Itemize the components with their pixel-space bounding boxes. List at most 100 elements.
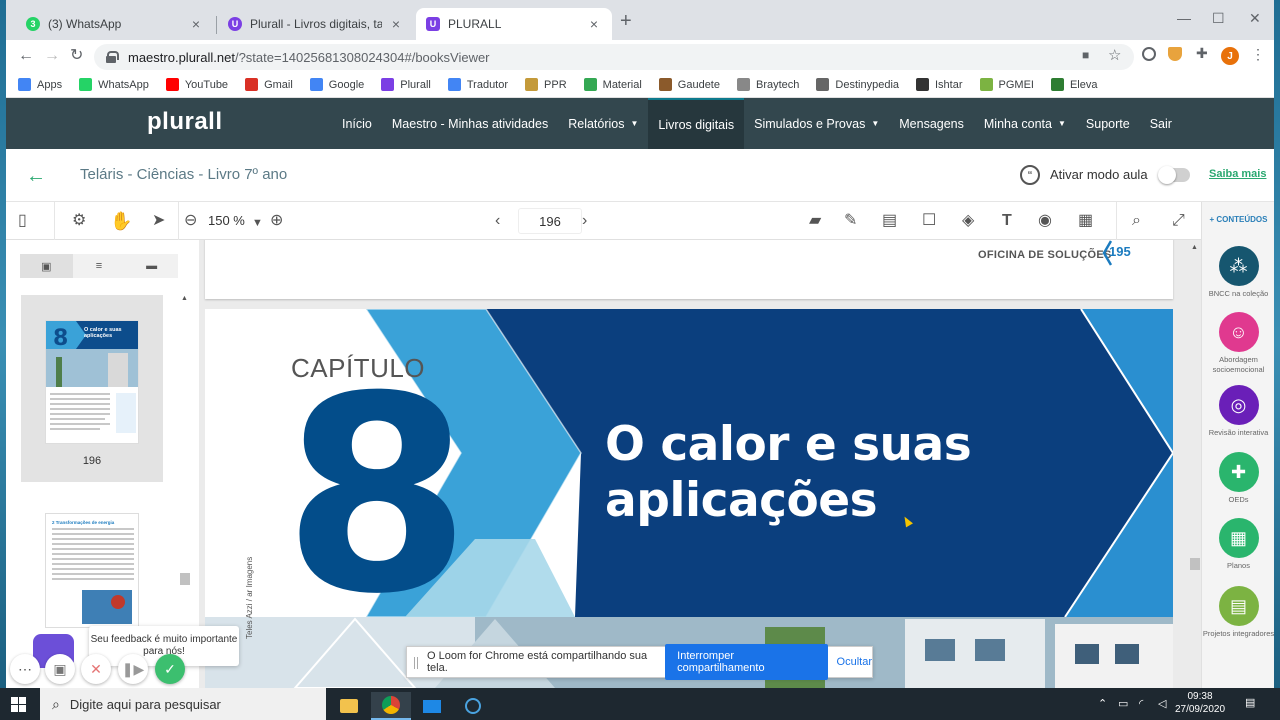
- shape-tool-icon[interactable]: ☐: [922, 212, 936, 230]
- volume-icon[interactable]: ◁: [1158, 697, 1166, 710]
- bookmark-apps[interactable]: Apps: [18, 78, 62, 91]
- cortana-app-icon[interactable]: [453, 692, 493, 720]
- select-pointer-icon[interactable]: ➤: [152, 212, 165, 230]
- bookmark-gaudete[interactable]: Gaudete: [658, 78, 720, 91]
- bookmark-google[interactable]: Google: [309, 78, 364, 91]
- notes-icon[interactable]: ▦: [1078, 212, 1093, 230]
- zoom-out-icon[interactable]: ⊖: [184, 212, 197, 230]
- back-arrow-icon[interactable]: ←: [26, 165, 46, 188]
- close-window-button[interactable]: ✕: [1249, 10, 1261, 27]
- search-icon[interactable]: ⌕: [1132, 212, 1141, 230]
- annotations-tab-icon[interactable]: ▬: [125, 254, 178, 278]
- chrome-taskbar-icon[interactable]: [371, 692, 411, 720]
- taskbar-search[interactable]: ⌕ Digite aqui para pesquisar: [40, 688, 326, 720]
- cancel-recording-icon[interactable]: ✕: [81, 654, 111, 684]
- camera-toggle-icon[interactable]: ▣: [45, 654, 75, 684]
- address-bar[interactable]: maestro.plurall.net/?state=1402568130802…: [94, 44, 1134, 70]
- brave-icon[interactable]: [1168, 47, 1182, 61]
- nav-item-simulados-e-provas[interactable]: Simulados e Provas ▼: [744, 98, 889, 149]
- new-tab-button[interactable]: +: [620, 11, 632, 31]
- camera-icon[interactable]: ■: [1082, 48, 1098, 64]
- plurall-logo[interactable]: plurall: [147, 108, 223, 136]
- file-explorer-icon[interactable]: [329, 692, 369, 720]
- notifications-icon[interactable]: ▤: [1245, 696, 1255, 709]
- battery-icon[interactable]: ▭: [1118, 697, 1128, 710]
- nav-item-suporte[interactable]: Suporte: [1076, 98, 1140, 149]
- tab-whatsapp[interactable]: 3 (3) WhatsApp ×: [16, 8, 214, 40]
- stop-sharing-button[interactable]: Interromper compartilhamento: [665, 644, 828, 680]
- more-options-icon[interactable]: ⋯: [10, 654, 40, 684]
- bookmark-plurall[interactable]: Plurall: [381, 78, 431, 91]
- content-item-planos[interactable]: ▦ Planos: [1202, 518, 1274, 571]
- bookmark-eleva[interactable]: Eleva: [1050, 78, 1098, 91]
- bookmark-braytech[interactable]: Braytech: [736, 78, 799, 91]
- bookmark-tradutor[interactable]: Tradutor: [447, 78, 508, 91]
- tab-plurall-active[interactable]: U PLURALL ×: [416, 8, 612, 40]
- bookmark-ppr[interactable]: PPR: [525, 78, 567, 91]
- system-clock[interactable]: 09:38 27/09/2020: [1170, 690, 1230, 716]
- profile-avatar[interactable]: J: [1221, 47, 1239, 65]
- bookmark-ishtar[interactable]: Ishtar: [916, 78, 963, 91]
- sidebar-toggle-icon[interactable]: ▯: [18, 212, 27, 230]
- text-box-icon[interactable]: ▤: [882, 212, 897, 230]
- next-page-icon[interactable]: ›: [582, 212, 587, 230]
- eraser-icon[interactable]: ◈: [962, 212, 974, 230]
- maximize-button[interactable]: ☐: [1212, 10, 1225, 27]
- nav-item-maestro-minhas-atividades[interactable]: Maestro - Minhas atividades: [382, 98, 558, 149]
- extension-target-icon[interactable]: [1142, 47, 1156, 61]
- fullscreen-icon[interactable]: ⤢: [1172, 212, 1185, 230]
- class-mode-toggle[interactable]: [1158, 166, 1190, 184]
- windows-start-icon[interactable]: [11, 697, 27, 712]
- outline-tab-icon[interactable]: ≡: [73, 254, 126, 278]
- close-tab-icon[interactable]: ×: [388, 16, 404, 32]
- comment-icon[interactable]: ▰: [809, 212, 821, 230]
- bookmark-pgmei[interactable]: PGMEI: [979, 78, 1034, 91]
- bookmark-whatsapp[interactable]: WhatsApp: [79, 78, 149, 91]
- nav-item-in-cio[interactable]: Início: [332, 98, 382, 149]
- minimize-button[interactable]: —: [1177, 10, 1191, 26]
- contents-header[interactable]: + CONTEÚDOS: [1202, 215, 1274, 224]
- hide-button[interactable]: Ocultar: [837, 656, 872, 668]
- thumbnail-scrollbar[interactable]: ▲: [180, 295, 190, 675]
- thumbnails-tab-icon[interactable]: ▣: [20, 254, 73, 278]
- extensions-puzzle-icon[interactable]: ✚: [1196, 45, 1212, 61]
- content-item-bncc-na-cole-o[interactable]: ⁂ BNCC na coleção: [1202, 246, 1274, 299]
- text-tool-icon[interactable]: T: [1002, 212, 1012, 230]
- star-icon[interactable]: ☆: [1108, 46, 1124, 64]
- content-item-projetos-integradores[interactable]: ▤ Projetos integradores: [1202, 586, 1274, 639]
- forward-icon[interactable]: →: [44, 48, 60, 64]
- bookmark-youtube[interactable]: YouTube: [165, 78, 228, 91]
- thumbnail-selected[interactable]: 8 O calor e suas aplicações 196: [21, 295, 163, 482]
- drag-handle-icon[interactable]: [414, 657, 418, 669]
- bookmark-destinypedia[interactable]: Destinypedia: [816, 78, 899, 91]
- pen-tool-icon[interactable]: ✎: [844, 212, 857, 230]
- page-number-input[interactable]: 196: [518, 208, 582, 234]
- hand-tool-icon[interactable]: ✋: [110, 212, 132, 230]
- prev-page-icon[interactable]: ‹: [495, 212, 500, 230]
- menu-kebab-icon[interactable]: ⋮: [1251, 46, 1267, 62]
- content-item-abordagem-socioemocional[interactable]: ☺ Abordagem socioemocional: [1202, 312, 1274, 375]
- zoom-dropdown-icon[interactable]: ▼: [252, 214, 263, 232]
- reload-icon[interactable]: ↻: [70, 48, 83, 64]
- bookmark-gmail[interactable]: Gmail: [245, 78, 293, 91]
- nav-item-mensagens[interactable]: Mensagens: [889, 98, 974, 149]
- tab-plurall-books[interactable]: U Plurall - Livros digitais, tarefas, tu…: [218, 8, 414, 40]
- pause-recording-icon[interactable]: ❚▶: [118, 654, 148, 684]
- nav-item-relat-rios[interactable]: Relatórios ▼: [558, 98, 648, 149]
- settings-gear-icon[interactable]: ⚙: [72, 212, 86, 230]
- content-scrollbar[interactable]: ▲: [1189, 240, 1201, 688]
- finish-recording-icon[interactable]: ✓: [155, 654, 185, 684]
- thumbnail-next[interactable]: 2 Transformações de energia: [45, 513, 139, 628]
- close-tab-icon[interactable]: ×: [188, 16, 204, 32]
- nav-item-livros-digitais[interactable]: Livros digitais: [648, 98, 745, 149]
- wifi-icon[interactable]: ◜: [1139, 697, 1143, 710]
- zoom-in-icon[interactable]: ⊕: [270, 212, 283, 230]
- nav-item-sair[interactable]: Sair: [1140, 98, 1182, 149]
- close-tab-icon[interactable]: ×: [586, 16, 602, 32]
- bookmark-material[interactable]: Material: [583, 78, 642, 91]
- content-item-revis-o-interativa[interactable]: ◎ Revisão interativa: [1202, 385, 1274, 438]
- back-icon[interactable]: ←: [18, 48, 34, 64]
- tray-chevron-icon[interactable]: ⌃: [1098, 697, 1107, 710]
- nav-item-minha-conta[interactable]: Minha conta ▼: [974, 98, 1076, 149]
- content-item-oeds[interactable]: ✚ OEDs: [1202, 452, 1274, 505]
